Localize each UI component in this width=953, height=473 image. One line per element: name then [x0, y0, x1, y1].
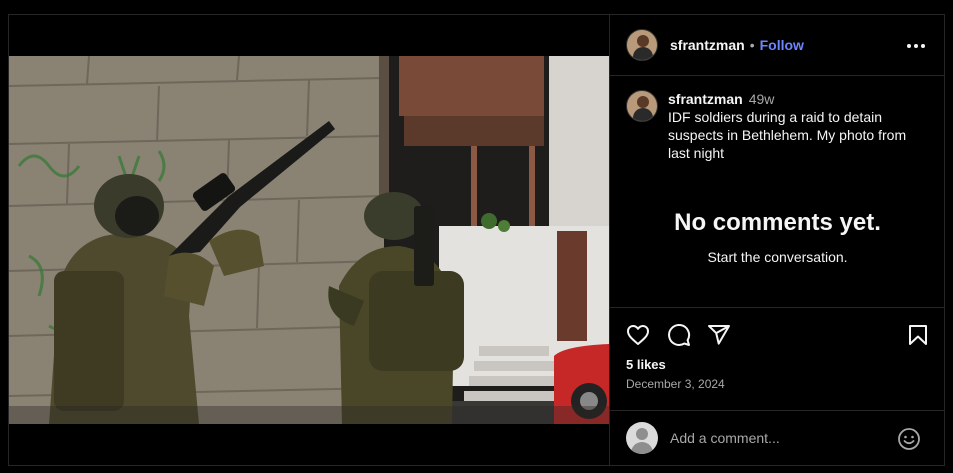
more-options-icon[interactable]	[907, 37, 925, 55]
empty-comments-subtitle: Start the conversation.	[707, 249, 848, 265]
post-photo[interactable]	[9, 56, 609, 424]
post-time-ago[interactable]: 49w	[749, 91, 775, 107]
bookmark-icon[interactable]	[906, 323, 930, 347]
emoji-icon[interactable]	[897, 427, 921, 451]
comment-icon[interactable]	[667, 323, 691, 347]
like-count[interactable]: 5 likes	[626, 357, 666, 372]
empty-comments: No comments yet. Start the conversation.	[610, 209, 945, 265]
post-sidebar: sfrantzman • Follow sfrantzman 49w IDF so…	[609, 15, 945, 465]
follow-button[interactable]: Follow	[760, 37, 804, 53]
post-header: sfrantzman • Follow	[610, 15, 945, 76]
heart-icon[interactable]	[626, 323, 650, 347]
viewer-avatar	[626, 422, 658, 454]
caption-text: IDF soldiers during a raid to detain sus…	[668, 109, 907, 161]
post-modal: sfrantzman • Follow sfrantzman 49w IDF so…	[8, 14, 945, 466]
send-icon[interactable]	[707, 323, 731, 347]
empty-comments-title: No comments yet.	[674, 209, 881, 236]
author-username[interactable]: sfrantzman	[670, 37, 745, 53]
comment-bar	[610, 410, 945, 465]
caption-username[interactable]: sfrantzman	[668, 91, 743, 107]
caption-avatar[interactable]	[626, 90, 658, 122]
post-media	[9, 15, 609, 465]
post-caption: sfrantzman 49w IDF soldiers during a raid…	[626, 90, 931, 162]
comment-input[interactable]	[670, 426, 885, 450]
author-avatar[interactable]	[626, 29, 658, 61]
caption-text-block: sfrantzman 49w IDF soldiers during a raid…	[668, 90, 931, 162]
post-date[interactable]: December 3, 2024	[626, 377, 725, 391]
header-separator: •	[749, 37, 755, 53]
